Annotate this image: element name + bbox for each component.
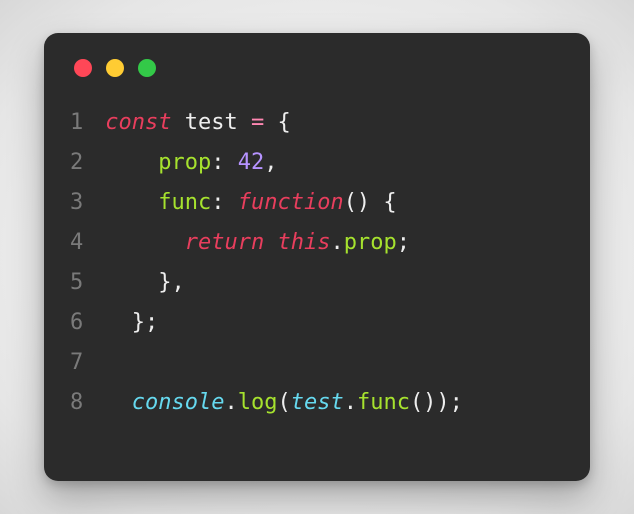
code-line[interactable]: }; <box>105 303 564 343</box>
token-prop: log <box>238 390 278 415</box>
token-punct <box>105 150 158 175</box>
code-line[interactable]: }, <box>105 263 564 303</box>
token-ident: test <box>171 110 250 135</box>
token-punct: . <box>224 390 237 415</box>
zoom-icon[interactable] <box>138 59 156 77</box>
token-punct: ; <box>397 230 410 255</box>
line-number: 8 <box>70 383 83 423</box>
token-prop: prop <box>344 230 397 255</box>
token-punct <box>105 230 184 255</box>
token-kw: return <box>185 230 264 255</box>
token-obj: console <box>132 390 225 415</box>
token-punct: ()); <box>410 390 463 415</box>
token-ident <box>264 230 277 255</box>
code-line[interactable]: func: function() { <box>105 183 564 223</box>
line-number: 6 <box>70 303 83 343</box>
line-number: 5 <box>70 263 83 303</box>
token-prop: func <box>357 390 410 415</box>
code-window: 12345678 const test = { prop: 42, func: … <box>44 33 590 481</box>
token-punct <box>105 390 132 415</box>
line-number-gutter: 12345678 <box>70 103 105 423</box>
code-line[interactable]: return this.prop; <box>105 223 564 263</box>
token-num: 42 <box>238 150 265 175</box>
token-prop: func <box>158 190 211 215</box>
token-punct: : <box>211 190 238 215</box>
token-prop: prop <box>158 150 211 175</box>
close-icon[interactable] <box>74 59 92 77</box>
line-number: 7 <box>70 343 83 383</box>
line-number: 4 <box>70 223 83 263</box>
token-op: = <box>251 110 264 135</box>
token-obj: test <box>291 390 344 415</box>
line-number: 1 <box>70 103 83 143</box>
line-number: 3 <box>70 183 83 223</box>
token-punct <box>105 190 158 215</box>
token-punct: }, <box>105 270 184 295</box>
token-punct: { <box>264 110 291 135</box>
code-line[interactable]: console.log(test.func()); <box>105 383 564 423</box>
code-content[interactable]: const test = { prop: 42, func: function(… <box>105 103 564 423</box>
token-kw: this <box>277 230 330 255</box>
token-kw: function <box>238 190 344 215</box>
token-punct: . <box>344 390 357 415</box>
code-line[interactable]: const test = { <box>105 103 564 143</box>
window-controls <box>70 59 564 77</box>
code-line[interactable] <box>105 343 564 383</box>
token-punct: : <box>211 150 238 175</box>
minimize-icon[interactable] <box>106 59 124 77</box>
code-line[interactable]: prop: 42, <box>105 143 564 183</box>
line-number: 2 <box>70 143 83 183</box>
token-punct: . <box>330 230 343 255</box>
token-punct: , <box>264 150 277 175</box>
token-punct: ( <box>277 390 290 415</box>
token-punct: () { <box>344 190 397 215</box>
code-editor[interactable]: 12345678 const test = { prop: 42, func: … <box>70 103 564 423</box>
token-punct: }; <box>105 310 158 335</box>
token-kw: const <box>105 110 171 135</box>
